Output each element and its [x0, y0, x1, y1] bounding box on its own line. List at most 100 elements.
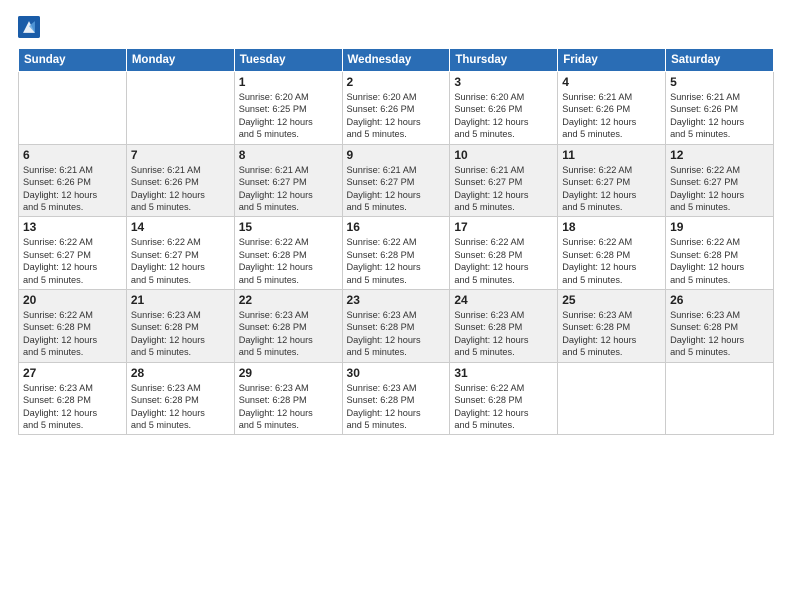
calendar-header-tuesday: Tuesday [234, 49, 342, 72]
day-info: Sunrise: 6:22 AM Sunset: 6:27 PM Dayligh… [131, 236, 230, 286]
day-info: Sunrise: 6:22 AM Sunset: 6:27 PM Dayligh… [562, 164, 661, 214]
calendar-cell: 2 Sunrise: 6:20 AM Sunset: 6:26 PM Daylig… [342, 72, 450, 145]
day-info: Sunrise: 6:22 AM Sunset: 6:28 PM Dayligh… [562, 236, 661, 286]
day-info: Sunrise: 6:21 AM Sunset: 6:27 PM Dayligh… [239, 164, 338, 214]
day-number: 20 [23, 293, 122, 307]
calendar-header-wednesday: Wednesday [342, 49, 450, 72]
logo-icon [18, 16, 40, 38]
calendar-cell: 19 Sunrise: 6:22 AM Sunset: 6:28 PM Dayli… [666, 217, 774, 290]
calendar-cell [666, 362, 774, 435]
day-number: 3 [454, 75, 553, 89]
calendar-cell: 16 Sunrise: 6:22 AM Sunset: 6:28 PM Dayli… [342, 217, 450, 290]
calendar-cell: 28Sunrise: 6:23 AM Sunset: 6:28 PM Dayli… [126, 362, 234, 435]
calendar-week-1: 1 Sunrise: 6:20 AM Sunset: 6:25 PM Daylig… [19, 72, 774, 145]
day-number: 5 [670, 75, 769, 89]
calendar-header-monday: Monday [126, 49, 234, 72]
calendar-cell: 24 Sunrise: 6:23 AM Sunset: 6:28 PM Dayli… [450, 290, 558, 363]
calendar-week-3: 13 Sunrise: 6:22 AM Sunset: 6:27 PM Dayli… [19, 217, 774, 290]
calendar-cell: 18 Sunrise: 6:22 AM Sunset: 6:28 PM Dayli… [558, 217, 666, 290]
day-info: Sunrise: 6:23 AM Sunset: 6:28 PM Dayligh… [239, 309, 338, 359]
calendar-cell: 15Sunrise: 6:22 AM Sunset: 6:28 PM Dayli… [234, 217, 342, 290]
calendar-cell: 4 Sunrise: 6:21 AM Sunset: 6:26 PM Daylig… [558, 72, 666, 145]
day-number: 2 [347, 75, 446, 89]
day-info: Sunrise: 6:22 AM Sunset: 6:28 PM Dayligh… [454, 236, 553, 286]
day-number: 29 [239, 366, 338, 380]
calendar-cell: 21Sunrise: 6:23 AM Sunset: 6:28 PM Dayli… [126, 290, 234, 363]
day-info: Sunrise: 6:23 AM Sunset: 6:28 PM Dayligh… [23, 382, 122, 432]
day-number: 8 [239, 148, 338, 162]
calendar-cell: 10 Sunrise: 6:21 AM Sunset: 6:27 PM Dayli… [450, 144, 558, 217]
calendar: SundayMondayTuesdayWednesdayThursdayFrid… [18, 48, 774, 435]
calendar-cell: 5 Sunrise: 6:21 AM Sunset: 6:26 PM Daylig… [666, 72, 774, 145]
calendar-cell: 30 Sunrise: 6:23 AM Sunset: 6:28 PM Dayli… [342, 362, 450, 435]
day-number: 6 [23, 148, 122, 162]
calendar-cell: 17 Sunrise: 6:22 AM Sunset: 6:28 PM Dayli… [450, 217, 558, 290]
calendar-cell: 13 Sunrise: 6:22 AM Sunset: 6:27 PM Dayli… [19, 217, 127, 290]
calendar-cell [558, 362, 666, 435]
day-info: Sunrise: 6:21 AM Sunset: 6:26 PM Dayligh… [131, 164, 230, 214]
day-number: 7 [131, 148, 230, 162]
calendar-cell: 22 Sunrise: 6:23 AM Sunset: 6:28 PM Dayli… [234, 290, 342, 363]
day-number: 25 [562, 293, 661, 307]
calendar-cell [19, 72, 127, 145]
day-number: 26 [670, 293, 769, 307]
day-number: 1 [239, 75, 338, 89]
day-info: Sunrise: 6:22 AM Sunset: 6:28 PM Dayligh… [23, 309, 122, 359]
day-number: 30 [347, 366, 446, 380]
calendar-cell: 29Sunrise: 6:23 AM Sunset: 6:28 PM Dayli… [234, 362, 342, 435]
day-number: 31 [454, 366, 553, 380]
day-number: 17 [454, 220, 553, 234]
day-info: Sunrise: 6:22 AM Sunset: 6:28 PM Dayligh… [347, 236, 446, 286]
calendar-header-saturday: Saturday [666, 49, 774, 72]
day-info: Sunrise: 6:21 AM Sunset: 6:26 PM Dayligh… [670, 91, 769, 141]
calendar-cell: 12Sunrise: 6:22 AM Sunset: 6:27 PM Dayli… [666, 144, 774, 217]
day-number: 23 [347, 293, 446, 307]
day-info: Sunrise: 6:21 AM Sunset: 6:26 PM Dayligh… [23, 164, 122, 214]
day-number: 16 [347, 220, 446, 234]
calendar-cell: 26 Sunrise: 6:23 AM Sunset: 6:28 PM Dayli… [666, 290, 774, 363]
day-info: Sunrise: 6:23 AM Sunset: 6:28 PM Dayligh… [347, 382, 446, 432]
calendar-week-4: 20 Sunrise: 6:22 AM Sunset: 6:28 PM Dayli… [19, 290, 774, 363]
calendar-header-friday: Friday [558, 49, 666, 72]
day-number: 18 [562, 220, 661, 234]
day-info: Sunrise: 6:21 AM Sunset: 6:27 PM Dayligh… [347, 164, 446, 214]
day-info: Sunrise: 6:22 AM Sunset: 6:28 PM Dayligh… [239, 236, 338, 286]
calendar-cell: 1 Sunrise: 6:20 AM Sunset: 6:25 PM Daylig… [234, 72, 342, 145]
day-info: Sunrise: 6:20 AM Sunset: 6:25 PM Dayligh… [239, 91, 338, 141]
calendar-header-row: SundayMondayTuesdayWednesdayThursdayFrid… [19, 49, 774, 72]
day-info: Sunrise: 6:21 AM Sunset: 6:26 PM Dayligh… [562, 91, 661, 141]
day-number: 4 [562, 75, 661, 89]
day-info: Sunrise: 6:23 AM Sunset: 6:28 PM Dayligh… [670, 309, 769, 359]
calendar-header-thursday: Thursday [450, 49, 558, 72]
calendar-cell: 20 Sunrise: 6:22 AM Sunset: 6:28 PM Dayli… [19, 290, 127, 363]
day-number: 19 [670, 220, 769, 234]
calendar-cell: 9Sunrise: 6:21 AM Sunset: 6:27 PM Daylig… [342, 144, 450, 217]
day-info: Sunrise: 6:22 AM Sunset: 6:27 PM Dayligh… [670, 164, 769, 214]
calendar-cell: 7 Sunrise: 6:21 AM Sunset: 6:26 PM Daylig… [126, 144, 234, 217]
calendar-cell: 6 Sunrise: 6:21 AM Sunset: 6:26 PM Daylig… [19, 144, 127, 217]
day-number: 13 [23, 220, 122, 234]
calendar-cell: 27Sunrise: 6:23 AM Sunset: 6:28 PM Dayli… [19, 362, 127, 435]
day-number: 22 [239, 293, 338, 307]
day-info: Sunrise: 6:22 AM Sunset: 6:27 PM Dayligh… [23, 236, 122, 286]
calendar-week-5: 27Sunrise: 6:23 AM Sunset: 6:28 PM Dayli… [19, 362, 774, 435]
calendar-cell: 31 Sunrise: 6:22 AM Sunset: 6:28 PM Dayli… [450, 362, 558, 435]
calendar-cell: 25Sunrise: 6:23 AM Sunset: 6:28 PM Dayli… [558, 290, 666, 363]
day-info: Sunrise: 6:22 AM Sunset: 6:28 PM Dayligh… [454, 382, 553, 432]
calendar-cell: 14Sunrise: 6:22 AM Sunset: 6:27 PM Dayli… [126, 217, 234, 290]
day-number: 10 [454, 148, 553, 162]
day-info: Sunrise: 6:20 AM Sunset: 6:26 PM Dayligh… [454, 91, 553, 141]
day-info: Sunrise: 6:22 AM Sunset: 6:28 PM Dayligh… [670, 236, 769, 286]
calendar-cell: 11 Sunrise: 6:22 AM Sunset: 6:27 PM Dayli… [558, 144, 666, 217]
calendar-cell: 3 Sunrise: 6:20 AM Sunset: 6:26 PM Daylig… [450, 72, 558, 145]
day-info: Sunrise: 6:20 AM Sunset: 6:26 PM Dayligh… [347, 91, 446, 141]
day-number: 11 [562, 148, 661, 162]
day-info: Sunrise: 6:23 AM Sunset: 6:28 PM Dayligh… [131, 382, 230, 432]
day-info: Sunrise: 6:23 AM Sunset: 6:28 PM Dayligh… [347, 309, 446, 359]
calendar-cell [126, 72, 234, 145]
day-info: Sunrise: 6:23 AM Sunset: 6:28 PM Dayligh… [454, 309, 553, 359]
day-number: 24 [454, 293, 553, 307]
logo [18, 16, 44, 38]
day-info: Sunrise: 6:21 AM Sunset: 6:27 PM Dayligh… [454, 164, 553, 214]
calendar-header-sunday: Sunday [19, 49, 127, 72]
